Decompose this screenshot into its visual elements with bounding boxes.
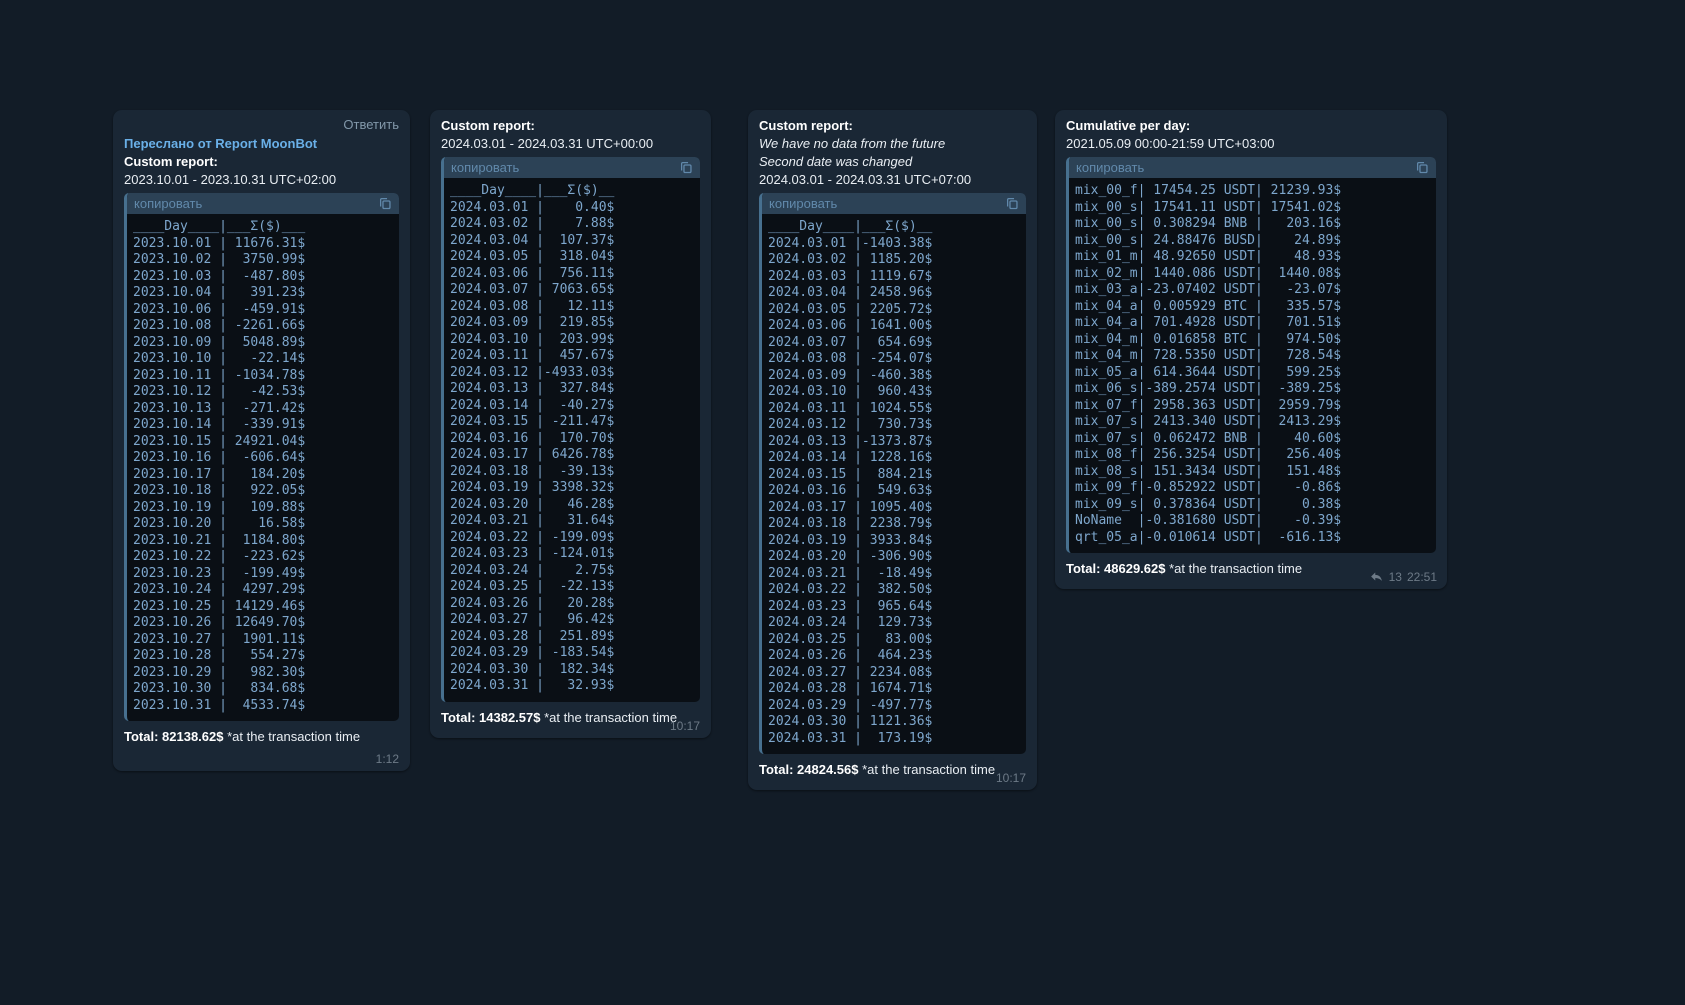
report-date-range: 2023.10.01 - 2023.10.31 UTC+02:00: [124, 171, 399, 189]
report-note-line: We have no data from the future: [759, 135, 1026, 153]
message-bubble: Cumulative per day: 2021.05.09 00:00-21:…: [1055, 110, 1447, 589]
reply-count: 13: [1389, 570, 1402, 584]
code-block: копировать mix_00_f| 17454.25 USDT| 2123…: [1066, 157, 1436, 553]
message-bubble: Custom report: 2024.03.01 - 2024.03.31 U…: [430, 110, 711, 738]
report-table: ____Day____|___Σ($)__ 2024.03.01 |-1403.…: [762, 214, 1026, 754]
copy-button[interactable]: копировать: [1069, 157, 1436, 178]
copy-icon[interactable]: [679, 160, 693, 174]
report-title: Custom report:: [441, 117, 700, 135]
total-note: *at the transaction time: [544, 710, 677, 725]
report-title: Custom report:: [124, 153, 399, 171]
report-date-range: 2024.03.01 - 2024.03.31 UTC+07:00: [759, 171, 1026, 189]
message-time: 10:17: [670, 719, 700, 733]
code-block: копировать ____Day____|___Σ($)___ 2023.1…: [124, 193, 399, 721]
report-table: ____Day____|___Σ($)___ 2023.10.01 | 1167…: [127, 214, 399, 721]
total-note: *at the transaction time: [227, 729, 360, 744]
forwarded-from-link[interactable]: Переслано от Report MoonBot: [124, 135, 399, 153]
report-date-range: 2021.05.09 00:00-21:59 UTC+03:00: [1066, 135, 1436, 153]
total-line: Total: 14382.57$ *at the transaction tim…: [441, 709, 700, 726]
chat-area: Ответить Переслано от Report MoonBot Cus…: [0, 0, 1685, 1005]
total-note: *at the transaction time: [1169, 561, 1302, 576]
copy-button[interactable]: копировать: [762, 193, 1026, 214]
code-block: копировать ____Day____|___Σ($)__ 2024.03…: [759, 193, 1026, 754]
total-note: *at the transaction time: [862, 762, 995, 777]
message-time: 22:51: [1407, 570, 1437, 584]
copy-label: копировать: [769, 196, 837, 211]
copy-icon[interactable]: [1005, 196, 1019, 210]
message-bubble: Custom report: We have no data from the …: [748, 110, 1037, 790]
copy-icon[interactable]: [378, 196, 392, 210]
total-line: Total: 24824.56$ *at the transaction tim…: [759, 761, 1026, 778]
copy-button[interactable]: копировать: [444, 157, 700, 178]
report-title: Cumulative per day:: [1066, 117, 1436, 135]
total-amount: Total: 14382.57$: [441, 710, 540, 725]
total-amount: Total: 24824.56$: [759, 762, 858, 777]
report-table: mix_00_f| 17454.25 USDT| 21239.93$ mix_0…: [1069, 178, 1436, 553]
copy-label: копировать: [134, 196, 202, 211]
reply-arrow-icon: [1369, 569, 1384, 584]
message-time: 1:12: [376, 752, 399, 766]
message-time: 10:17: [996, 771, 1026, 785]
report-title: Custom report:: [759, 117, 1026, 135]
report-date-range: 2024.03.01 - 2024.03.31 UTC+00:00: [441, 135, 700, 153]
message-bubble: Ответить Переслано от Report MoonBot Cus…: [113, 110, 410, 771]
total-line: Total: 82138.62$ *at the transaction tim…: [124, 728, 399, 745]
copy-button[interactable]: копировать: [127, 193, 399, 214]
copy-label: копировать: [1076, 160, 1144, 175]
code-block: копировать ____Day____|___Σ($)__ 2024.03…: [441, 157, 700, 702]
total-amount: Total: 48629.62$: [1066, 561, 1165, 576]
report-table: ____Day____|___Σ($)__ 2024.03.01 | 0.40$…: [444, 178, 700, 702]
message-meta: 13 22:51: [1369, 569, 1437, 584]
copy-icon[interactable]: [1415, 160, 1429, 174]
reply-action-button[interactable]: Ответить: [124, 117, 399, 133]
report-note-line: Second date was changed: [759, 153, 1026, 171]
copy-label: копировать: [451, 160, 519, 175]
total-amount: Total: 82138.62$: [124, 729, 223, 744]
